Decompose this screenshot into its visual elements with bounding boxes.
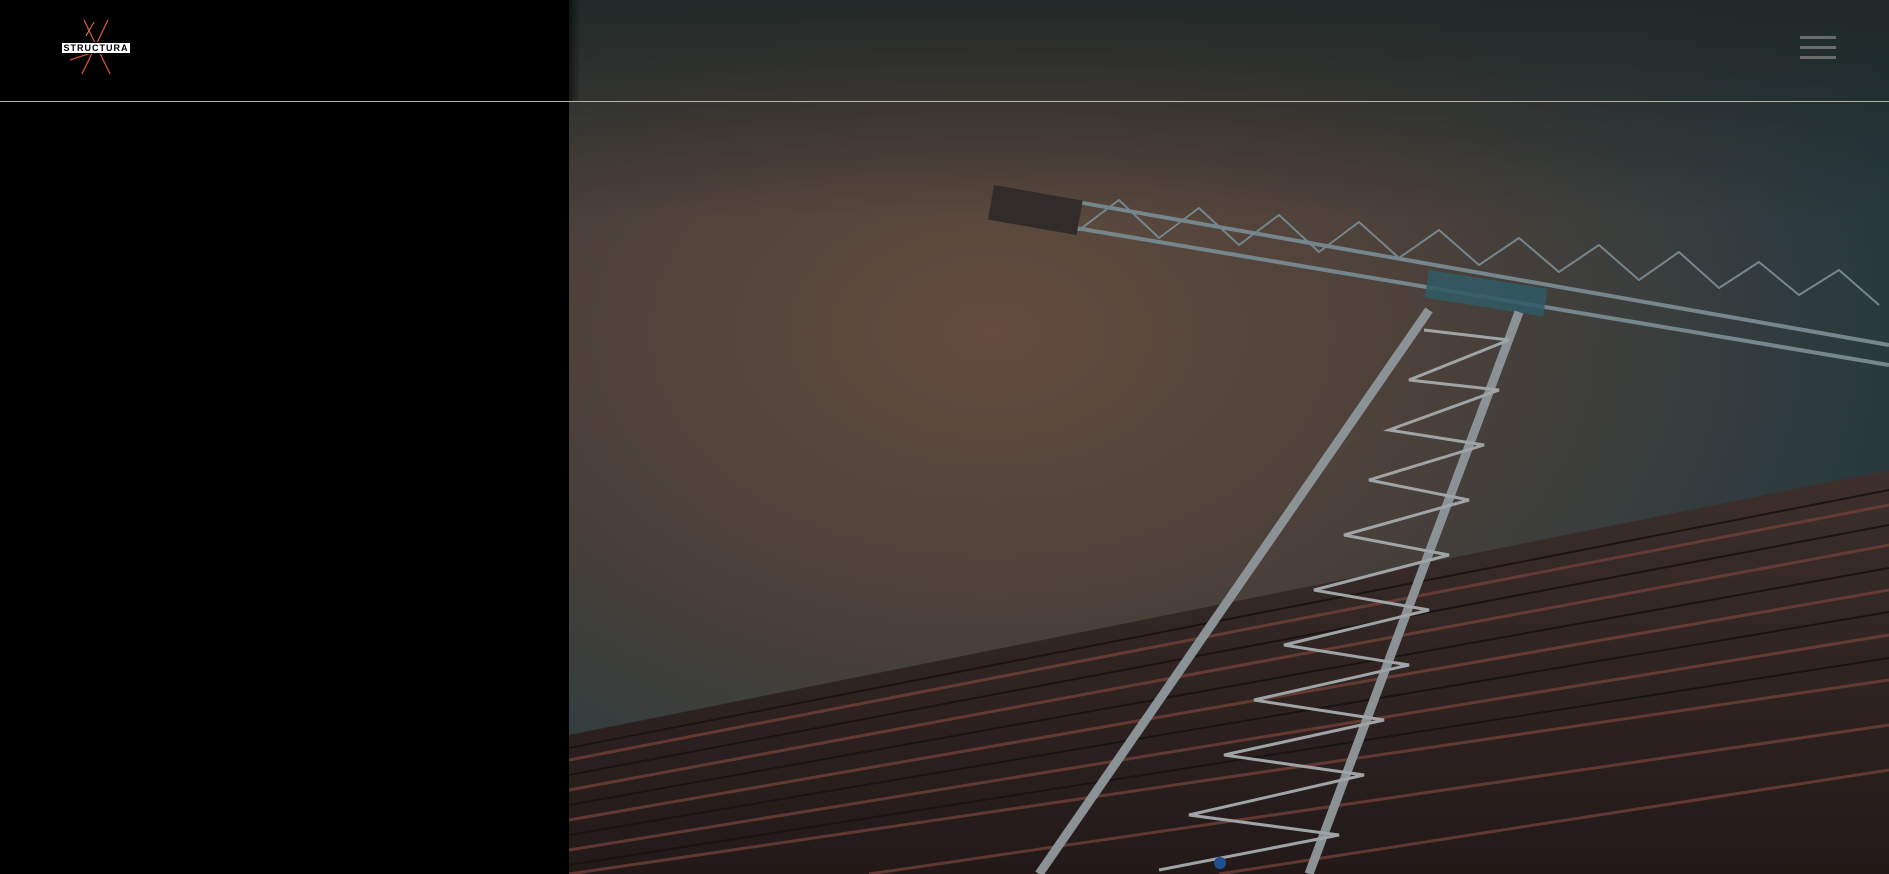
menu-bar-middle (1800, 46, 1836, 49)
header-divider (0, 101, 1889, 102)
menu-bar-top (1800, 36, 1836, 39)
hero-image (569, 0, 1889, 874)
slider-pagination-dot[interactable] (1214, 857, 1226, 869)
site-header: STRUCTURA (0, 0, 1889, 102)
left-content-panel (0, 0, 569, 874)
hamburger-menu-icon[interactable] (1800, 36, 1838, 64)
page: STRUCTURA (0, 0, 1889, 874)
crane-photo (569, 0, 1889, 874)
logo-wordmark: STRUCTURA (61, 42, 131, 54)
menu-bar-bottom (1800, 56, 1836, 59)
site-logo[interactable]: STRUCTURA (58, 18, 134, 78)
